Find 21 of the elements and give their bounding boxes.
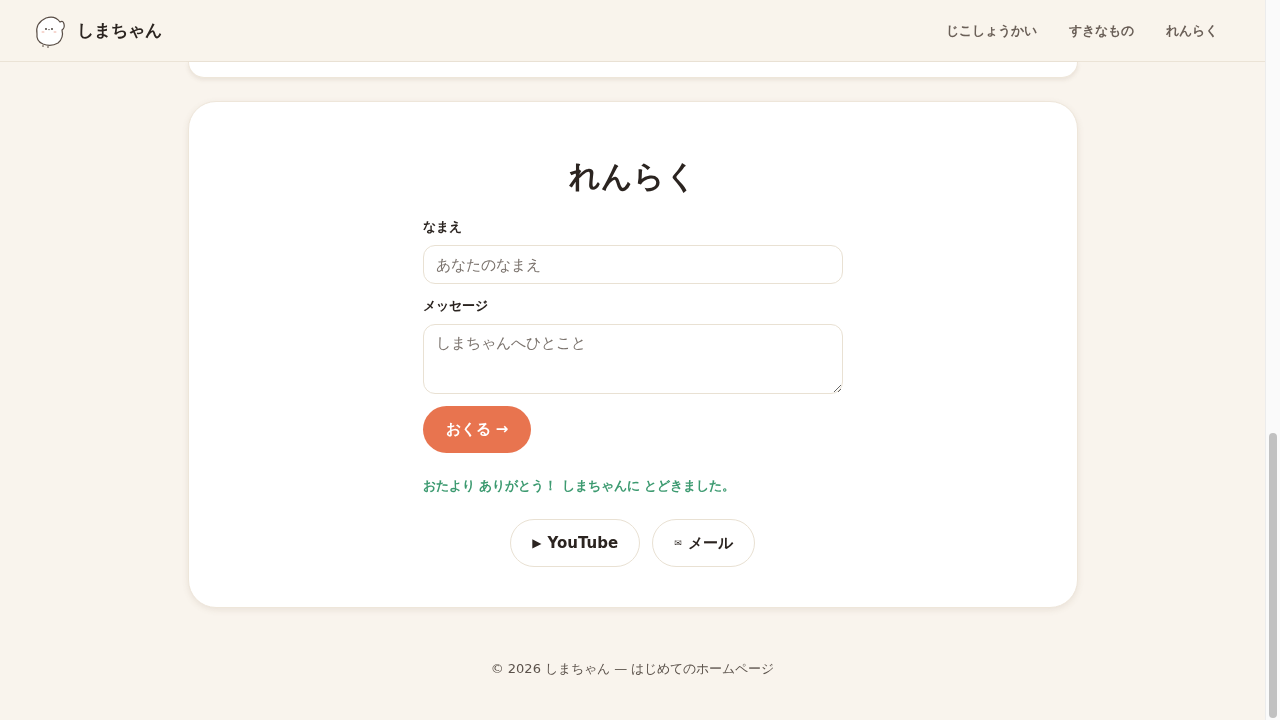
field-label: なまえ <box>422 218 462 236</box>
link-label: YouTube <box>547 534 619 552</box>
nav-link[interactable]: すきなもの <box>1069 21 1134 40</box>
name-input[interactable]: あなたのなまえ <box>422 245 843 284</box>
success-message: おたより ありがとう！ しまちゃんに とどきました。 <box>422 477 736 495</box>
link-label: メール <box>687 533 733 553</box>
play-icon: ▶ <box>532 537 542 549</box>
scrollbar-track[interactable] <box>1265 0 1280 720</box>
link-button[interactable]: ▶ YouTube <box>510 519 641 567</box>
nav-link[interactable]: れんらく <box>1166 21 1218 40</box>
nav-link[interactable]: じこしょうかい <box>946 21 1037 40</box>
message-textarea[interactable]: しまちゃんへひとこと <box>422 324 843 394</box>
field-label: メッセージ <box>422 297 488 315</box>
bird-logo-icon <box>33 13 67 48</box>
link-button[interactable]: ✉ メール <box>652 519 755 567</box>
envelope-icon: ✉ <box>674 538 682 548</box>
footer-text: © 2026 しまちゃん — はじめてのホームページ <box>490 660 775 678</box>
scrollbar-thumb[interactable] <box>1269 433 1277 718</box>
section-title: れんらく <box>568 157 697 196</box>
site-title: しまちゃん <box>77 19 162 42</box>
send-button[interactable]: おくる → <box>422 406 532 453</box>
